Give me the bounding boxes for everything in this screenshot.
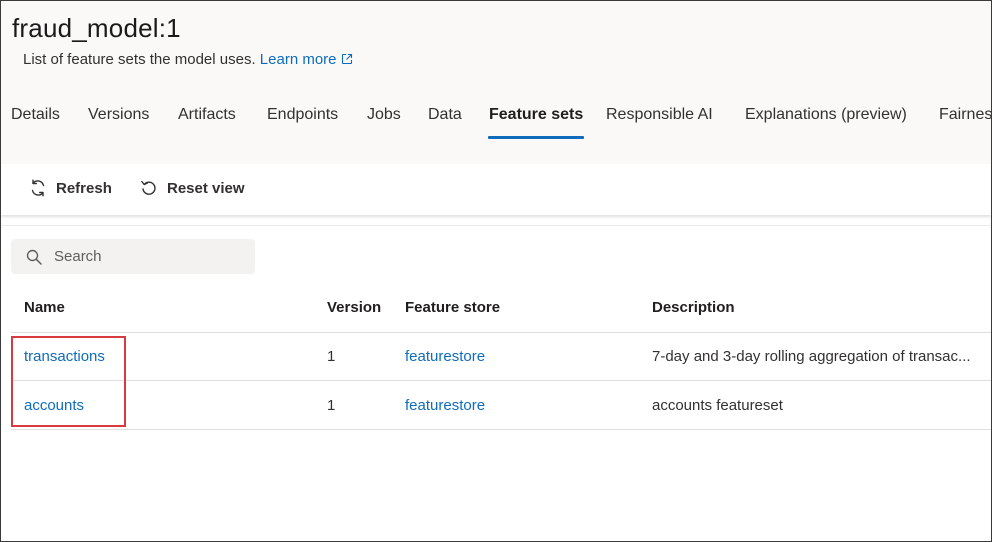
tab-jobs[interactable]: Jobs: [367, 106, 401, 133]
column-header-description[interactable]: Description: [652, 299, 735, 316]
version-cell: 1: [327, 397, 336, 414]
page-title: fraud_model:1: [12, 13, 181, 43]
learn-more-link[interactable]: Learn more: [260, 51, 353, 68]
refresh-button[interactable]: Refresh: [28, 178, 112, 198]
column-header-name[interactable]: Name: [24, 299, 65, 316]
tab-fairness[interactable]: Fairness: [939, 106, 991, 133]
column-header-feature-store[interactable]: Feature store: [405, 299, 500, 316]
feature-store-link[interactable]: featurestore: [405, 397, 485, 414]
search-icon: [11, 249, 54, 265]
undo-icon: [139, 178, 167, 198]
row-divider: [11, 429, 991, 430]
reset-view-button[interactable]: Reset view: [139, 178, 245, 198]
tab-endpoints[interactable]: Endpoints: [267, 106, 338, 133]
tab-details[interactable]: Details: [11, 106, 60, 133]
subtitle-text: List of feature sets the model uses.: [23, 51, 256, 68]
tab-explanations[interactable]: Explanations (preview): [745, 106, 907, 133]
refresh-label: Refresh: [56, 179, 112, 197]
page-subtitle: List of feature sets the model uses. Lea…: [23, 51, 353, 69]
reset-view-label: Reset view: [167, 179, 245, 197]
tab-data[interactable]: Data: [428, 106, 462, 133]
refresh-icon: [28, 178, 56, 198]
tab-versions[interactable]: Versions: [88, 106, 149, 133]
row-divider: [11, 332, 991, 333]
feature-store-link[interactable]: featurestore: [405, 348, 485, 365]
divider: [1, 225, 991, 226]
search-input[interactable]: Search: [11, 239, 255, 274]
description-cell: accounts featureset: [652, 397, 783, 414]
feature-set-name-link[interactable]: accounts: [24, 397, 84, 414]
tab-artifacts[interactable]: Artifacts: [178, 106, 236, 133]
search-placeholder: Search: [54, 248, 102, 265]
app-window: fraud_model:1 List of feature sets the m…: [0, 0, 992, 542]
tab-responsible-ai[interactable]: Responsible AI: [606, 106, 713, 133]
feature-set-name-link[interactable]: transactions: [24, 348, 105, 365]
description-cell: 7-day and 3-day rolling aggregation of t…: [652, 348, 971, 365]
column-header-version[interactable]: Version: [327, 299, 381, 316]
row-divider: [11, 380, 991, 381]
version-cell: 1: [327, 348, 336, 365]
learn-more-label: Learn more: [259, 51, 337, 68]
tab-feature-sets[interactable]: Feature sets: [487, 106, 585, 139]
page-header: fraud_model:1 List of feature sets the m…: [1, 1, 991, 164]
external-link-icon: [341, 52, 353, 69]
command-bar: Refresh Reset view: [1, 164, 991, 215]
